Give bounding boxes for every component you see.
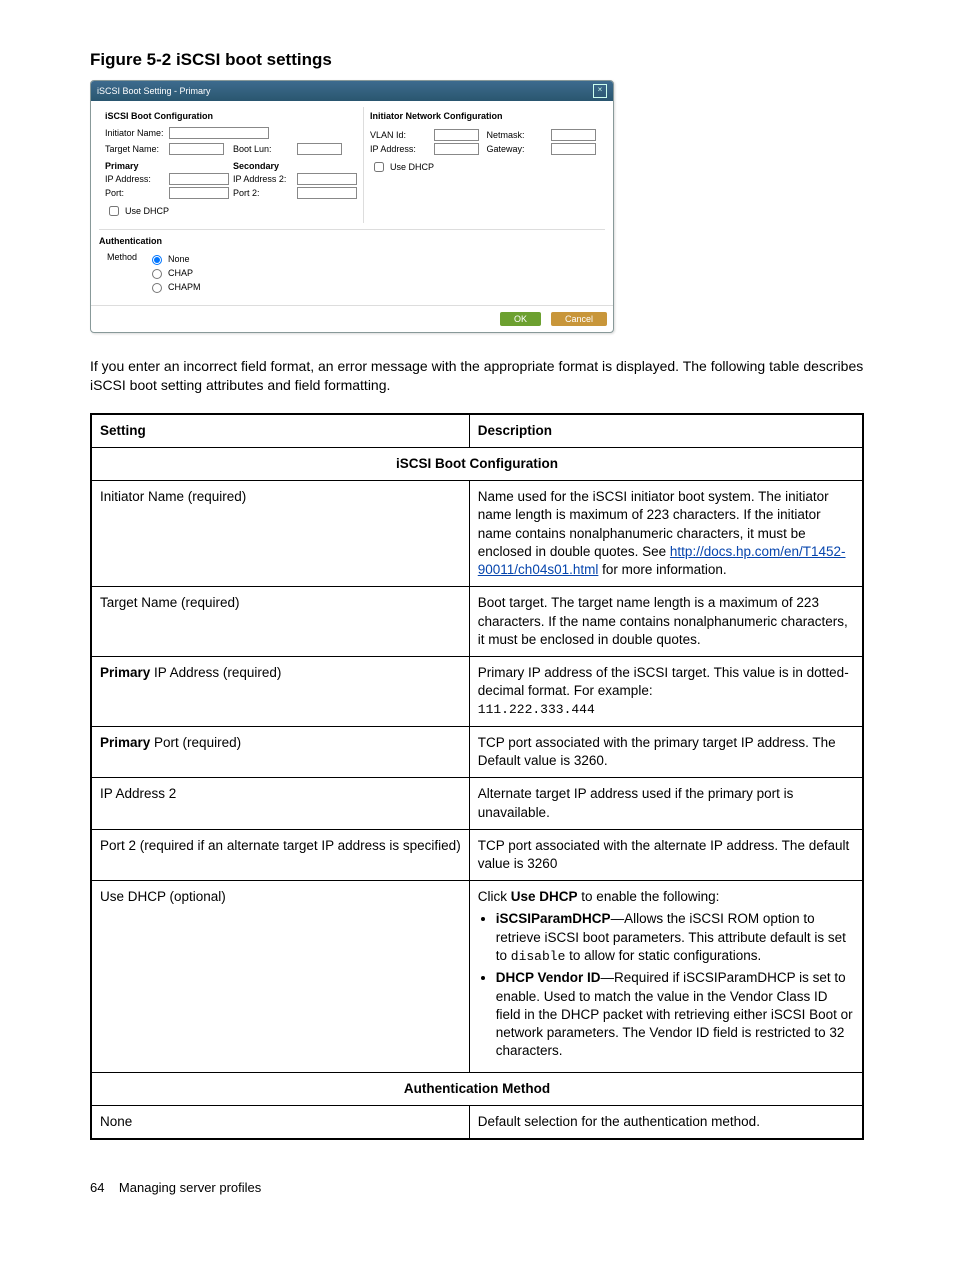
chk-usedhcp-r[interactable]: [374, 162, 384, 172]
table-row: Primary IP Address (required) Primary IP…: [91, 656, 863, 726]
th-setting: Setting: [91, 414, 469, 448]
cell-setting: Use DHCP (optional): [91, 881, 469, 1072]
table-row: Use DHCP (optional) Click Use DHCP to en…: [91, 881, 863, 1072]
input-ip2[interactable]: [297, 173, 357, 185]
lbl-secondary: Secondary: [233, 161, 357, 171]
lbl-usedhcp-r: Use DHCP: [390, 162, 434, 172]
lbl-usedhcp: Use DHCP: [125, 206, 169, 216]
lbl-gateway: Gateway:: [487, 144, 547, 154]
txt: Primary IP address of the iSCSI target. …: [478, 665, 849, 698]
ok-button[interactable]: OK: [500, 312, 541, 326]
txt-b: Primary: [100, 735, 150, 750]
txt: IP Address (required): [150, 665, 281, 680]
radio-chap-lbl: CHAP: [168, 268, 193, 278]
table-row: Initiator Name (required) Name used for …: [91, 481, 863, 587]
cell-setting: Target Name (required): [91, 587, 469, 657]
input-netmask[interactable]: [551, 129, 596, 141]
radio-none-lbl: None: [168, 254, 190, 264]
group-auth: Authentication Method: [91, 1072, 863, 1105]
lbl-initiator: Initiator Name:: [105, 128, 165, 138]
lbl-port2: Port 2:: [233, 188, 293, 198]
cell-desc: Boot target. The target name length is a…: [469, 587, 863, 657]
iscsi-dialog: iSCSI Boot Setting - Primary × iSCSI Boo…: [90, 80, 614, 333]
table-row: Primary Port (required) TCP port associa…: [91, 726, 863, 777]
table-row: None Default selection for the authentic…: [91, 1105, 863, 1139]
input-port2[interactable]: [297, 187, 357, 199]
cell-setting: IP Address 2: [91, 778, 469, 829]
table-row: Target Name (required) Boot target. The …: [91, 587, 863, 657]
group-boot: iSCSI Boot Configuration: [91, 448, 863, 481]
input-bootlun[interactable]: [297, 143, 342, 155]
txt: for more information.: [598, 562, 726, 577]
lbl-target: Target Name:: [105, 144, 165, 154]
radio-chap[interactable]: CHAP: [147, 266, 201, 279]
section-title: Managing server profiles: [119, 1180, 261, 1195]
page-number: 64: [90, 1180, 104, 1195]
cell-desc: TCP port associated with the primary tar…: [469, 726, 863, 777]
txt-mono: disable: [511, 949, 566, 964]
txt-b: DHCP Vendor ID: [496, 970, 601, 985]
table-row: Port 2 (required if an alternate target …: [91, 829, 863, 880]
cell-desc: Primary IP address of the iSCSI target. …: [469, 656, 863, 726]
dialog-title: iSCSI Boot Setting - Primary: [97, 86, 211, 96]
list-item: DHCP Vendor ID—Required if iSCSIParamDHC…: [496, 969, 854, 1060]
input-vlan[interactable]: [434, 129, 479, 141]
radio-none[interactable]: None: [147, 252, 201, 265]
cell-desc: Name used for the iSCSI initiator boot s…: [469, 481, 863, 587]
lbl-netmask: Netmask:: [487, 130, 547, 140]
figure-title: Figure 5-2 iSCSI boot settings: [90, 50, 864, 70]
chk-usedhcp[interactable]: [109, 206, 119, 216]
radio-chapm[interactable]: CHAPM: [147, 280, 201, 293]
list-item: iSCSIParamDHCP—Allows the iSCSI ROM opti…: [496, 910, 854, 965]
cell-desc: Click Use DHCP to enable the following: …: [469, 881, 863, 1072]
lbl-ip-r: IP Address:: [370, 144, 430, 154]
txt: to enable the following:: [578, 889, 720, 904]
cell-setting: Primary Port (required): [91, 726, 469, 777]
lbl-ip2: IP Address 2:: [233, 174, 293, 184]
th-desc: Description: [469, 414, 863, 448]
txt: Click: [478, 889, 511, 904]
cell-setting: Initiator Name (required): [91, 481, 469, 587]
txt: Port (required): [150, 735, 241, 750]
txt: to allow for static configurations.: [565, 948, 761, 963]
para-intro: If you enter an incorrect field format, …: [90, 357, 864, 395]
txt-b: Use DHCP: [511, 889, 578, 904]
page-footer: 64 Managing server profiles: [90, 1180, 864, 1195]
txt-mono: 111.222.333.444: [478, 702, 595, 717]
input-target[interactable]: [169, 143, 224, 155]
lbl-primary: Primary: [105, 161, 229, 171]
input-port[interactable]: [169, 187, 229, 199]
dialog-titlebar: iSCSI Boot Setting - Primary ×: [91, 81, 613, 101]
cell-desc: Alternate target IP address used if the …: [469, 778, 863, 829]
cell-desc: TCP port associated with the alternate I…: [469, 829, 863, 880]
lbl-method: Method: [107, 252, 143, 262]
cell-setting: Primary IP Address (required): [91, 656, 469, 726]
lbl-bootlun: Boot Lun:: [233, 144, 293, 154]
cancel-button[interactable]: Cancel: [551, 312, 607, 326]
input-gateway[interactable]: [551, 143, 596, 155]
txt-b: Primary: [100, 665, 150, 680]
input-ip[interactable]: [169, 173, 229, 185]
lbl-vlan: VLAN Id:: [370, 130, 430, 140]
section-auth: Authentication: [99, 236, 605, 246]
txt-b: iSCSIParamDHCP: [496, 911, 611, 926]
cell-desc: Default selection for the authentication…: [469, 1105, 863, 1139]
section-net-config: Initiator Network Configuration: [370, 111, 599, 121]
radio-chapm-lbl: CHAPM: [168, 282, 201, 292]
settings-table: Setting Description iSCSI Boot Configura…: [90, 413, 864, 1140]
input-ip-r[interactable]: [434, 143, 479, 155]
input-initiator[interactable]: [169, 127, 269, 139]
close-icon[interactable]: ×: [593, 84, 607, 98]
lbl-ip: IP Address:: [105, 174, 165, 184]
section-boot-config: iSCSI Boot Configuration: [105, 111, 357, 121]
cell-setting: None: [91, 1105, 469, 1139]
table-row: IP Address 2 Alternate target IP address…: [91, 778, 863, 829]
lbl-port: Port:: [105, 188, 165, 198]
cell-setting: Port 2 (required if an alternate target …: [91, 829, 469, 880]
